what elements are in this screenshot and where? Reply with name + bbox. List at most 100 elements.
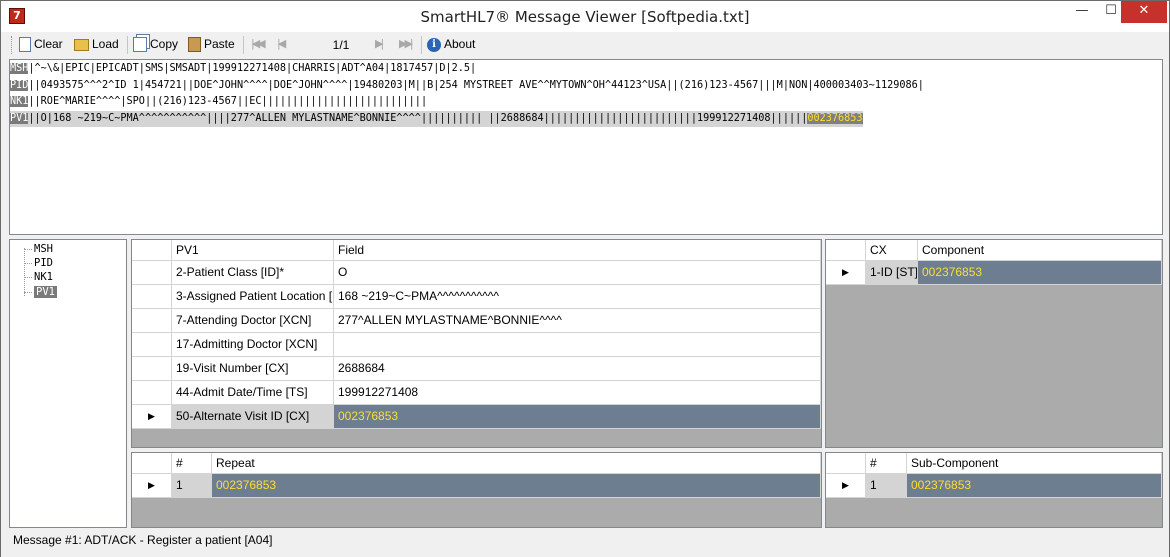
fields-grid[interactable]: PV1 Field 2-Patient Class [ID]* O 3-Assi… <box>131 239 822 448</box>
toolbar-separator <box>127 36 128 54</box>
new-document-icon <box>19 37 31 53</box>
segment-id: NK1 <box>10 96 29 107</box>
window-title: SmartHL7® Message Viewer [Softpedia.txt] <box>420 8 750 26</box>
last-message-icon[interactable]: ▶▶| <box>399 37 414 53</box>
toolbar-separator <box>421 36 422 54</box>
segment-id: MSH <box>10 63 29 74</box>
field-value[interactable]: 2688684 <box>334 357 821 381</box>
message-page-indicator[interactable]: 1/1 <box>321 36 361 54</box>
raw-segment-line-selected[interactable]: PV1||O|168 ~219~C~PMA^^^^^^^^^^^||||277^… <box>10 110 863 127</box>
column-header-component[interactable]: Component <box>918 240 1162 261</box>
component-grid[interactable]: CX Component ▶ 1-ID [ST] 002376853 <box>825 239 1163 448</box>
first-message-icon[interactable]: |◀◀ <box>251 37 266 53</box>
row-header[interactable] <box>132 333 172 357</box>
row-header[interactable] <box>132 309 172 333</box>
row-header-corner <box>132 453 172 474</box>
tree-node-label: NK1 <box>34 271 53 283</box>
column-header-segment[interactable]: PV1 <box>172 240 334 261</box>
subcomponent-index[interactable]: 1 <box>866 474 907 498</box>
column-header-repeat[interactable]: Repeat <box>212 453 821 474</box>
paste-icon <box>188 37 201 53</box>
previous-message-icon[interactable]: |◀ <box>277 37 286 53</box>
info-icon: i <box>427 37 441 52</box>
column-header-index[interactable]: # <box>172 453 212 474</box>
highlighted-field: 002376853 <box>807 112 863 124</box>
component-value[interactable]: 002376853 <box>918 261 1162 285</box>
raw-segment-line[interactable]: MSH|^~\&|EPIC|EPICADT|SMS|SMSADT|1999122… <box>10 61 1162 78</box>
tree-node-label: MSH <box>34 243 53 255</box>
app-window: 7 SmartHL7® Message Viewer [Softpedia.tx… <box>0 0 1170 557</box>
toolbar: Clear Load Copy Paste |◀◀ |◀ 1/1 ▶| ▶▶| … <box>9 33 1163 57</box>
next-message-icon[interactable]: ▶| <box>375 37 384 53</box>
repeat-grid[interactable]: # Repeat ▶ 1 002376853 <box>131 452 822 528</box>
column-header-field[interactable]: Field <box>334 240 821 261</box>
field-value[interactable]: O <box>334 261 821 285</box>
field-value[interactable] <box>334 333 821 357</box>
row-header[interactable] <box>132 261 172 285</box>
field-value[interactable]: 002376853 <box>334 405 821 429</box>
field-value[interactable]: 277^ALLEN MYLASTNAME^BONNIE^^^^ <box>334 309 821 333</box>
paste-button[interactable]: Paste <box>188 35 235 55</box>
clear-label: Clear <box>34 37 63 51</box>
row-header[interactable] <box>132 357 172 381</box>
raw-segment-line[interactable]: PID||0493575^^^2^ID 1|454721||DOE^JOHN^^… <box>10 78 1162 95</box>
row-header-corner <box>826 453 866 474</box>
field-name[interactable]: 7-Attending Doctor [XCN] <box>172 309 334 333</box>
current-row-arrow-icon[interactable]: ▶ <box>826 474 866 498</box>
component-name[interactable]: 1-ID [ST] <box>866 261 918 285</box>
copy-button[interactable]: Copy <box>133 35 178 55</box>
column-header-subcomponent[interactable]: Sub-Component <box>907 453 1162 474</box>
field-name[interactable]: 44-Admit Date/Time [TS] <box>172 381 334 405</box>
raw-segment-line[interactable]: NK1||ROE^MARIE^^^^|SPO||(216)123-4567||E… <box>10 94 1162 111</box>
about-label: About <box>444 37 476 51</box>
load-label: Load <box>92 37 119 51</box>
current-row-arrow-icon[interactable]: ▶ <box>132 474 172 498</box>
open-folder-icon <box>74 38 89 51</box>
clear-button[interactable]: Clear <box>19 35 63 55</box>
status-text: Message #1: ADT/ACK - Register a patient… <box>13 533 273 547</box>
current-row-arrow-icon[interactable]: ▶ <box>132 405 172 429</box>
paste-label: Paste <box>204 37 235 51</box>
tree-node-label: PID <box>34 257 53 269</box>
field-name[interactable]: 50-Alternate Visit ID [CX] <box>172 405 334 429</box>
field-name[interactable]: 19-Visit Number [CX] <box>172 357 334 381</box>
segment-text: |^~\&|EPIC|EPICADT|SMS|SMSADT|1999122714… <box>28 63 477 74</box>
subcomponent-value[interactable]: 002376853 <box>907 474 1162 498</box>
field-name[interactable]: 17-Admitting Doctor [XCN] <box>172 333 334 357</box>
raw-message-textbox[interactable]: MSH|^~\&|EPIC|EPICADT|SMS|SMSADT|1999122… <box>9 59 1163 235</box>
segment-text: ||O|168 ~219~C~PMA^^^^^^^^^^^||||277^ALL… <box>28 112 808 124</box>
current-row-arrow-icon[interactable]: ▶ <box>826 261 866 285</box>
field-name[interactable]: 3-Assigned Patient Location [PL] <box>172 285 334 309</box>
segment-tree[interactable]: MSH PID NK1 PV1 <box>9 239 127 528</box>
tree-node-msh[interactable]: MSH <box>24 242 53 256</box>
tree-node-pv1[interactable]: PV1 <box>24 285 57 299</box>
row-header-corner <box>132 240 172 261</box>
row-header-corner <box>826 240 866 261</box>
column-header-index[interactable]: # <box>866 453 907 474</box>
minimize-button[interactable]: — <box>1067 1 1097 23</box>
copy-icon <box>133 37 147 53</box>
copy-label: Copy <box>150 37 179 51</box>
row-header[interactable] <box>132 285 172 309</box>
tree-node-pid[interactable]: PID <box>24 256 53 270</box>
segment-text: ||ROE^MARIE^^^^|SPO||(216)123-4567||EC||… <box>28 96 428 107</box>
toolbar-separator <box>243 36 244 54</box>
segment-id: PID <box>10 79 29 91</box>
repeat-value[interactable]: 002376853 <box>212 474 821 498</box>
title-bar[interactable]: 7 SmartHL7® Message Viewer [Softpedia.tx… <box>1 1 1169 32</box>
tree-node-nk1[interactable]: NK1 <box>24 270 53 284</box>
field-value[interactable]: 168 ~219~C~PMA^^^^^^^^^^^ <box>334 285 821 309</box>
about-button[interactable]: i About <box>427 35 475 55</box>
subcomponent-grid[interactable]: # Sub-Component ▶ 1 002376853 <box>825 452 1163 528</box>
tree-node-label: PV1 <box>34 286 57 298</box>
close-button[interactable]: ✕ <box>1121 1 1167 23</box>
field-value[interactable]: 199912271408 <box>334 381 821 405</box>
toolbar-grip[interactable] <box>11 36 14 54</box>
segment-text: ||0493575^^^2^ID 1|454721||DOE^JOHN^^^^|… <box>28 79 924 91</box>
field-name[interactable]: 2-Patient Class [ID]* <box>172 261 334 285</box>
load-button[interactable]: Load <box>74 35 119 55</box>
status-bar: Message #1: ADT/ACK - Register a patient… <box>1 531 1169 557</box>
repeat-index[interactable]: 1 <box>172 474 212 498</box>
column-header-cx[interactable]: CX <box>866 240 918 261</box>
row-header[interactable] <box>132 381 172 405</box>
